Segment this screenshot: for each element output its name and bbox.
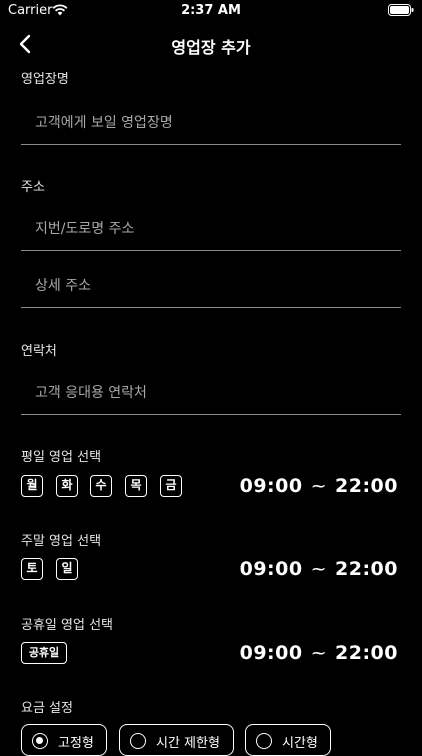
rate-option-fixed[interactable]: 고정형: [21, 724, 107, 756]
weekend-label: 주말 영업 선택: [21, 534, 102, 549]
business-name-label: 영업장명: [21, 72, 69, 87]
holiday-open-time: 09:00: [239, 642, 303, 664]
weekday-time-range[interactable]: 09:00 ~22:00: [240, 475, 398, 497]
holiday-time-separator: ~: [310, 642, 328, 664]
rate-option-label: 고정형: [58, 736, 94, 751]
weekday-time-separator: ~: [310, 475, 328, 497]
day-chip-mon[interactable]: 월: [21, 475, 43, 497]
day-chip-thu[interactable]: 목: [125, 475, 147, 497]
day-chip-tue[interactable]: 화: [56, 475, 78, 497]
business-name-input[interactable]: [33, 106, 397, 140]
weekday-open-time: 09:00: [239, 475, 303, 497]
weekday-close-time: 22:00: [335, 475, 398, 497]
detail-address-field: [21, 263, 401, 308]
day-chip-sat[interactable]: 토: [21, 558, 43, 580]
battery-icon: [388, 4, 414, 16]
contact-label: 연락처: [21, 344, 57, 359]
rate-option-time-limited[interactable]: 시간 제한형: [119, 724, 234, 756]
radio-selected-icon: [32, 733, 48, 749]
address-label: 주소: [21, 180, 45, 195]
contact-input[interactable]: [33, 376, 397, 410]
day-chip-wed[interactable]: 수: [90, 475, 112, 497]
weekend-time-range[interactable]: 09:00 ~22:00: [240, 558, 398, 580]
rate-option-hourly[interactable]: 시간형: [245, 724, 331, 756]
holiday-label: 공휴일 영업 선택: [21, 618, 113, 633]
rate-option-label: 시간형: [282, 736, 318, 751]
weekend-close-time: 22:00: [335, 558, 398, 580]
page-title: 영업장 추가: [171, 38, 251, 57]
holiday-close-time: 22:00: [335, 642, 398, 664]
contact-field: [21, 370, 401, 415]
weekend-open-time: 09:00: [239, 558, 303, 580]
day-chip-sun[interactable]: 일: [56, 558, 78, 580]
rate-option-label: 시간 제한형: [156, 736, 220, 751]
detail-address-input[interactable]: [33, 269, 397, 303]
status-bar: Carrier 2:37 AM: [0, 0, 422, 22]
weekday-label: 평일 영업 선택: [21, 450, 102, 465]
holiday-time-range[interactable]: 09:00 ~22:00: [240, 642, 398, 664]
rate-label: 요금 설정: [21, 701, 73, 716]
day-chip-fri[interactable]: 금: [160, 475, 182, 497]
street-address-field: [21, 206, 401, 251]
holiday-chip[interactable]: 공휴일: [21, 642, 67, 664]
street-address-input[interactable]: [33, 212, 397, 246]
clock: 2:37 AM: [181, 3, 241, 18]
navigation-bar: 영업장 추가: [0, 22, 422, 66]
business-name-field: [21, 100, 401, 145]
radio-unselected-icon: [256, 733, 272, 749]
radio-unselected-icon: [130, 733, 146, 749]
weekend-time-separator: ~: [310, 558, 328, 580]
